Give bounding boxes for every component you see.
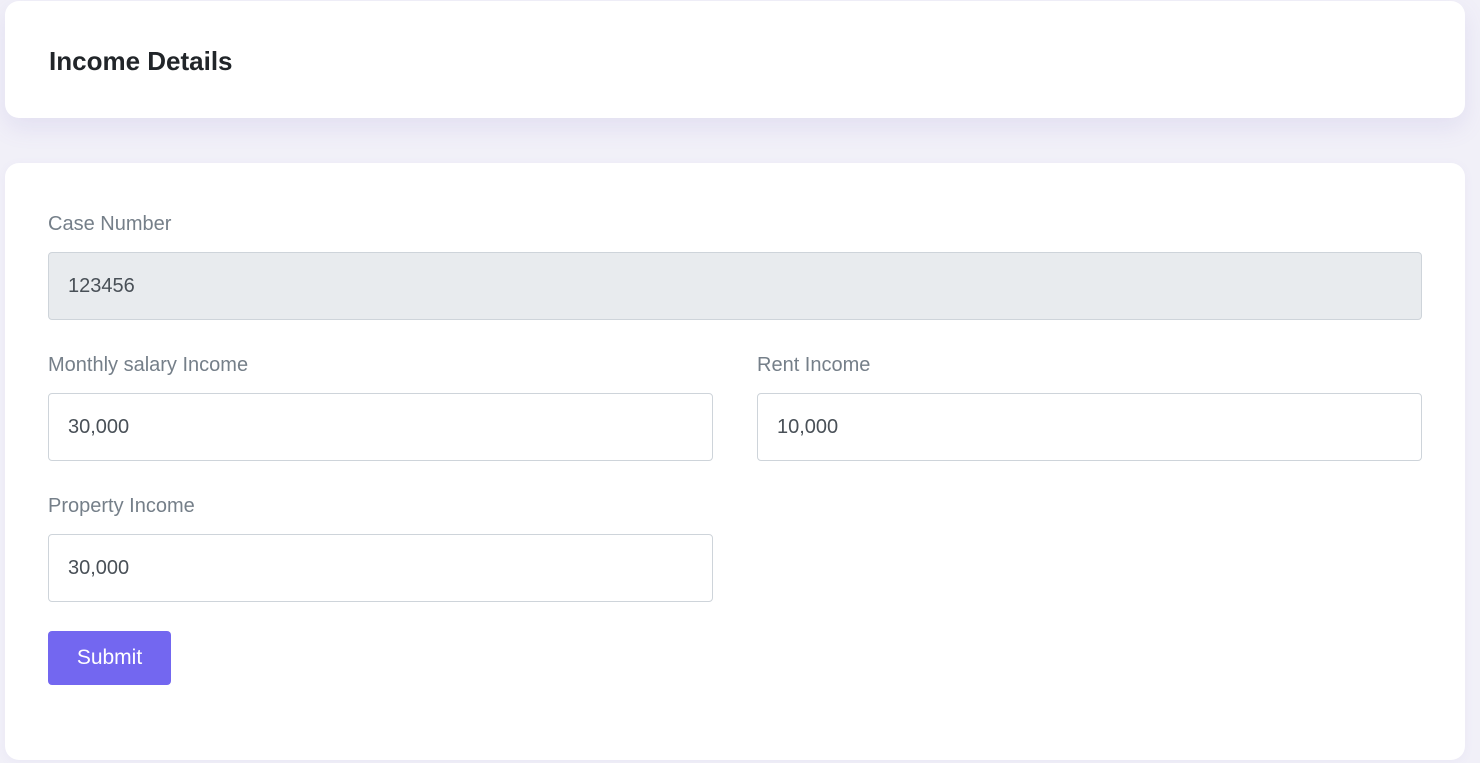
rent-income-input[interactable] [757,393,1422,461]
rent-income-field: Rent Income [757,353,1422,461]
property-income-field: Property Income [48,494,713,602]
case-number-label: Case Number [48,213,172,235]
property-income-label: Property Income [48,495,195,517]
property-income-input[interactable] [48,534,713,602]
income-form-card: Case Number Monthly salary Income Rent I… [5,163,1465,760]
monthly-salary-input[interactable] [48,393,713,461]
monthly-salary-label: Monthly salary Income [48,354,249,376]
page-title: Income Details [49,46,233,76]
case-number-field: Case Number [48,212,1422,320]
rent-income-label: Rent Income [757,354,871,376]
case-number-input[interactable] [48,252,1422,320]
submit-button[interactable]: Submit [48,631,171,685]
header-card: Income Details [5,1,1465,118]
monthly-salary-field: Monthly salary Income [48,353,713,461]
